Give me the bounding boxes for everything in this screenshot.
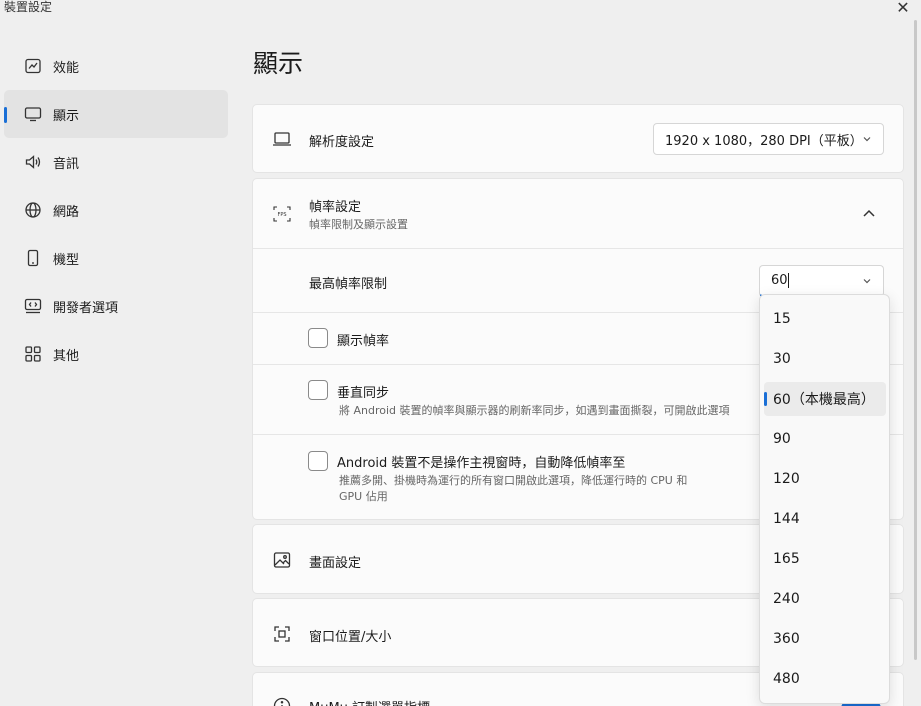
dropdown-option[interactable]: 15 xyxy=(764,302,886,336)
chevron-down-icon xyxy=(863,279,871,284)
dropdown-option[interactable]: 144 xyxy=(764,502,886,536)
chevron-down-icon xyxy=(863,137,871,142)
text-cursor xyxy=(787,273,789,288)
fps-icon: FPS xyxy=(271,203,293,225)
auto-lower-fps-checkbox[interactable] xyxy=(308,451,328,471)
fps-sublabel: 幀率限制及顯示設置 xyxy=(309,218,408,231)
info-icon xyxy=(271,695,293,706)
auto-lower-fps-description-line-2: GPU 佔用 xyxy=(339,490,388,503)
sidebar-item-audio[interactable]: 音訊 xyxy=(4,138,228,186)
sidebar-item-label: 機型 xyxy=(53,252,80,268)
resolution-card: 解析度設定 1920 x 1080，280 DPI（平板） xyxy=(252,104,904,173)
fps-dropdown-menu: 15 30 60（本機最高） 90 120 144 165 240 360 48… xyxy=(759,294,890,704)
svg-text:FPS: FPS xyxy=(277,212,286,218)
sidebar-item-label: 網路 xyxy=(53,204,80,220)
image-icon xyxy=(271,549,293,571)
dropdown-option[interactable]: 120 xyxy=(764,462,886,496)
monitor-icon xyxy=(24,105,42,123)
page-title: 顯示 xyxy=(253,49,304,78)
sidebar-item-other[interactable]: 其他 xyxy=(4,330,228,378)
show-fps-label: 顯示幀率 xyxy=(337,334,390,349)
sidebar-item-label: 顯示 xyxy=(53,108,80,124)
dropdown-option[interactable]: 360 xyxy=(764,622,886,656)
resolution-select[interactable]: 1920 x 1080，280 DPI（平板） xyxy=(653,123,884,155)
resolution-label: 解析度設定 xyxy=(309,135,375,150)
mumu-label: MuMu 訂製選單指標 xyxy=(309,697,430,706)
sidebar-item-model[interactable]: 機型 xyxy=(4,234,228,282)
sidebar-item-label: 音訊 xyxy=(53,156,80,172)
sidebar-item-performance[interactable]: 效能 xyxy=(4,42,228,90)
phone-icon xyxy=(24,249,42,267)
grid-icon xyxy=(24,345,42,363)
dropdown-option-selected[interactable]: 60（本機最高） xyxy=(764,382,886,416)
sidebar-item-label: 效能 xyxy=(53,60,80,76)
vsync-label: 垂直同步 xyxy=(337,386,390,401)
sidebar-item-label: 開發者選項 xyxy=(53,300,119,316)
max-fps-select[interactable]: 60 xyxy=(759,265,884,297)
sidebar-item-display[interactable]: 顯示 xyxy=(4,90,228,138)
resize-icon xyxy=(271,623,293,645)
speaker-icon xyxy=(24,153,42,171)
sidebar-item-label: 其他 xyxy=(53,348,80,364)
vsync-description: 將 Android 裝置的幀率與顯示器的刷新率同步，如遇到畫面撕裂，可開啟此選項 xyxy=(339,404,730,417)
dropdown-option[interactable]: 165 xyxy=(764,542,886,576)
laptop-icon xyxy=(271,128,293,150)
sidebar-item-network[interactable]: 網路 xyxy=(4,186,228,234)
auto-lower-fps-label: Android 裝置不是操作主視窗時，自動降低幀率至 xyxy=(337,456,626,471)
dropdown-option[interactable]: 30 xyxy=(764,342,886,376)
max-fps-label: 最高幀率限制 xyxy=(309,277,388,292)
dropdown-option[interactable]: 480 xyxy=(764,662,886,696)
collapse-button[interactable] xyxy=(859,204,879,224)
vsync-checkbox[interactable] xyxy=(308,380,328,400)
window-title: 裝置設定 xyxy=(4,0,53,14)
picture-settings-label: 畫面設定 xyxy=(309,556,362,571)
auto-lower-fps-description-line-1: 推薦多開、掛機時為運行的所有窗口開啟此選項，降低運行時的 CPU 和 xyxy=(339,474,688,487)
code-monitor-icon xyxy=(24,297,42,315)
max-fps-value: 60 xyxy=(771,273,788,288)
sidebar-item-developer[interactable]: 開發者選項 xyxy=(4,282,228,330)
dropdown-option[interactable]: 90 xyxy=(764,422,886,456)
dropdown-option[interactable]: 240 xyxy=(764,582,886,616)
close-button[interactable]: ✕ xyxy=(893,0,913,17)
fps-label: 幀率設定 xyxy=(309,200,362,215)
scrollbar-thumb[interactable] xyxy=(914,20,917,660)
performance-chart-icon xyxy=(24,57,42,75)
resolution-value: 1920 x 1080，280 DPI（平板） xyxy=(665,133,863,149)
globe-icon xyxy=(24,201,42,219)
divider xyxy=(253,248,903,249)
show-fps-checkbox[interactable] xyxy=(308,328,328,348)
sidebar: 效能 顯示 音訊 網路 機型 開發者選項 其他 xyxy=(4,42,228,378)
chevron-up-icon xyxy=(863,209,875,217)
window-position-label: 窗口位置/大小 xyxy=(309,630,392,645)
